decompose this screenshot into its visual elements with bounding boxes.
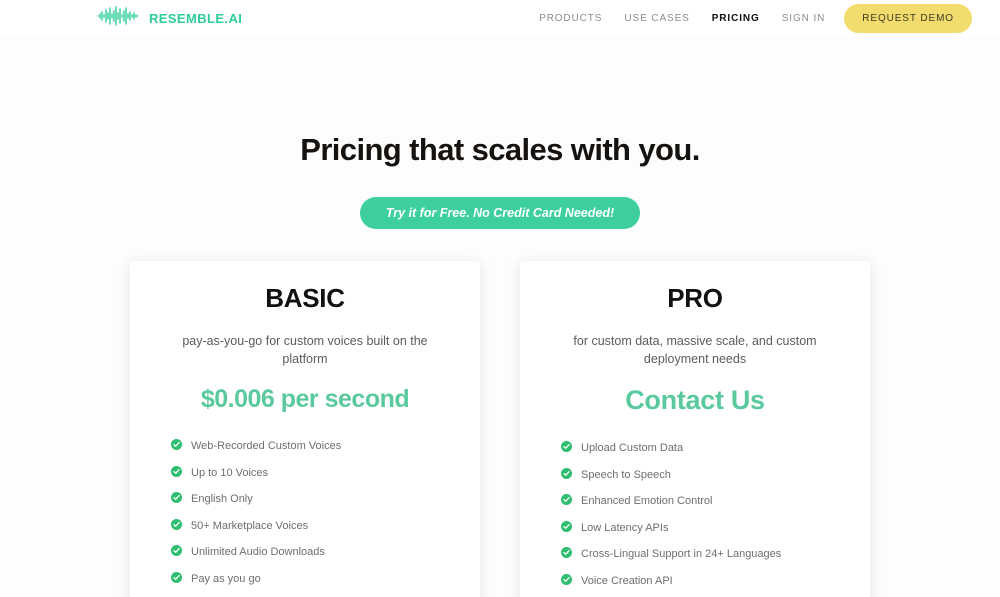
logo-text: RESEMBLE.AI [149,10,243,26]
feature-label: Unlimited Audio Downloads [191,546,325,559]
page-title: Pricing that scales with you. [300,132,700,167]
list-item: Voice Creation API [561,572,843,590]
list-item: Pay as you go [171,570,453,588]
feature-label: Web-Recorded Custom Voices [191,440,342,453]
pricing-cards: BASIC pay-as-you-go for custom voices bu… [0,261,1000,597]
nav-item-pricing[interactable]: PRICING [701,13,771,24]
check-circle-icon [171,517,182,535]
nav-item-products[interactable]: PRODUCTS [528,13,613,24]
feature-label: Voice Creation API [581,574,673,587]
check-circle-icon [561,545,572,563]
feature-label: English Only [191,493,253,506]
list-item: Web-Recorded Custom Voices [171,437,453,455]
check-circle-icon [171,490,182,508]
check-circle-icon [171,437,182,455]
plan-price: $0.006 per second [200,385,410,414]
feature-list: Web-Recorded Custom Voices Up to 10 Voic… [157,437,453,588]
check-circle-icon [171,543,182,561]
site-header: RESEMBLE.AI PRODUCTS USE CASES PRICING S… [0,0,1000,36]
check-circle-icon [561,492,572,510]
feature-label: Pay as you go [191,572,261,585]
free-trial-badge: Try it for Free. No Credit Card Needed! [359,197,641,229]
feature-label: 50+ Marketplace Voices [191,519,309,532]
list-item: Cross-Lingual Support in 24+ Languages [561,545,843,563]
pricing-card-basic: BASIC pay-as-you-go for custom voices bu… [130,261,480,597]
check-circle-icon [561,572,572,590]
feature-label: Speech to Speech [581,468,671,481]
list-item: Up to 10 Voices [171,464,453,482]
nav-item-use-cases[interactable]: USE CASES [613,13,700,24]
audio-waveform-icon [97,5,141,31]
list-item: English Only [171,490,453,508]
check-circle-icon [171,464,182,482]
plan-description: for custom data, massive scale, and cust… [573,334,817,367]
list-item: Upload Custom Data [561,439,843,457]
pricing-card-pro: PRO for custom data, massive scale, and … [520,261,870,597]
plan-name: BASIC [265,283,345,313]
plan-name: PRO [667,283,723,313]
list-item: Unlimited Audio Downloads [171,543,453,561]
logo[interactable]: RESEMBLE.AI [97,5,243,31]
request-demo-button[interactable]: REQUEST DEMO [844,3,972,33]
list-item: Enhanced Emotion Control [561,492,843,510]
check-circle-icon [561,466,572,484]
list-item: Speech to Speech [561,466,843,484]
feature-label: Up to 10 Voices [191,466,269,479]
feature-label: Low Latency APIs [581,521,669,534]
feature-label: Enhanced Emotion Control [581,495,713,508]
feature-label: Upload Custom Data [581,442,684,455]
list-item: Low Latency APIs [561,519,843,537]
main-navigation: PRODUCTS USE CASES PRICING SIGN IN REQUE… [528,3,972,33]
check-circle-icon [561,439,572,457]
nav-item-sign-in[interactable]: SIGN IN [771,13,837,24]
check-circle-icon [171,570,182,588]
feature-list: Upload Custom Data Speech to Speech Enha… [547,439,843,590]
feature-label: Cross-Lingual Support in 24+ Languages [581,548,782,561]
plan-description: pay-as-you-go for custom voices built on… [182,334,428,367]
plan-price: Contact Us [625,385,765,416]
list-item: 50+ Marketplace Voices [171,517,453,535]
check-circle-icon [561,519,572,537]
hero-section: Pricing that scales with you. Try it for… [0,132,1000,229]
